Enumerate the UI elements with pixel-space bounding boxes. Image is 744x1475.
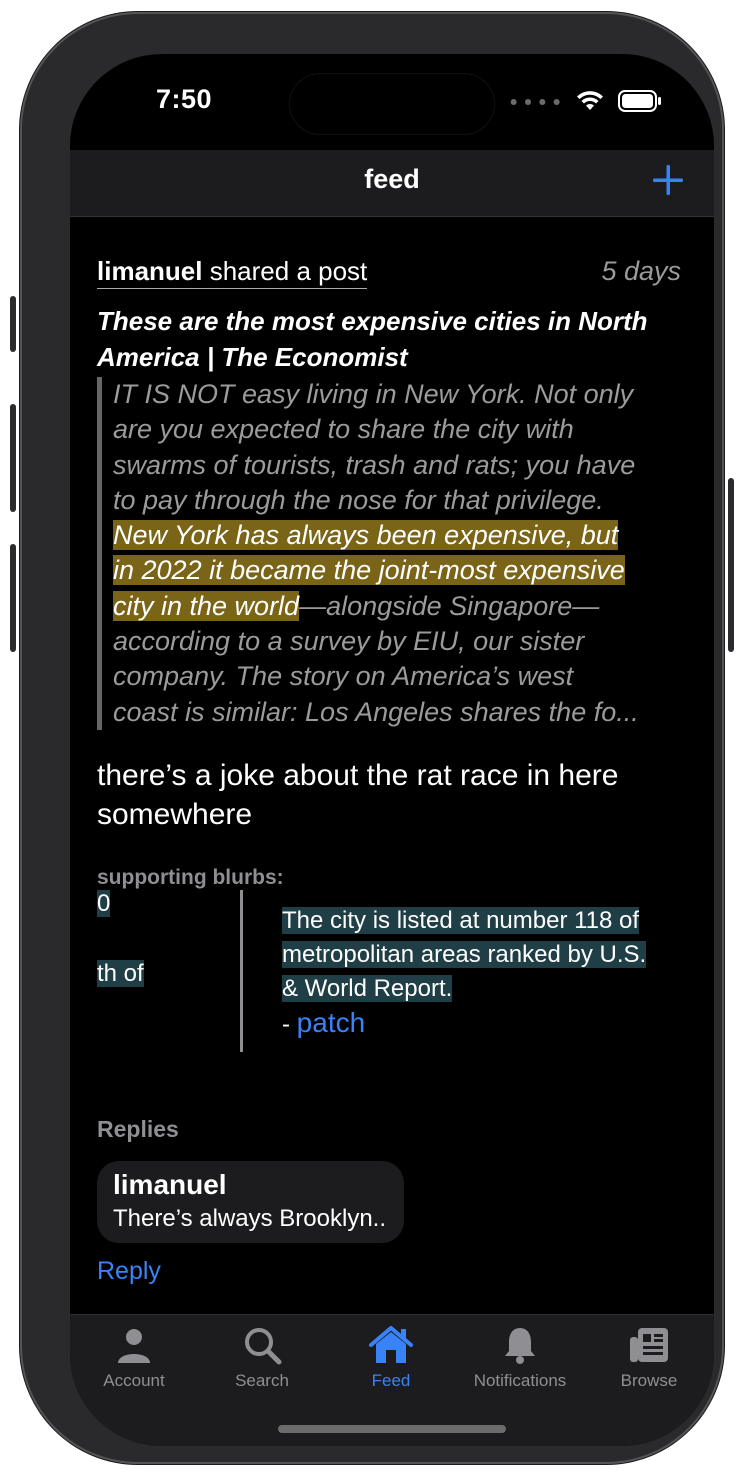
battery-icon (618, 90, 661, 112)
excerpt-line: IT IS NOT easy living in New York. Not o… (113, 379, 634, 409)
wifi-icon (577, 91, 603, 110)
replies-label: Replies (97, 1115, 179, 1142)
tab-label: Browse (620, 1371, 678, 1390)
blurb-index-suffix: th of (97, 959, 144, 987)
blurb-line: & World Report. (282, 974, 453, 1002)
highlighted-text: New York has always been expensive, but (113, 520, 619, 551)
blurb-line: metropolitan areas ranked by U.S. (282, 940, 647, 968)
tab-label: Notifications (473, 1371, 567, 1390)
blurb-index-number: 0 (97, 889, 111, 917)
tab-feed[interactable]: Feed (327, 1325, 455, 1391)
reply-bubble: limanuel There’s always Brooklyn.. (97, 1160, 404, 1243)
excerpt-line: to pay through the nose for that privile… (113, 484, 604, 515)
blurb-divider (240, 889, 243, 1052)
side-button (728, 478, 734, 652)
volume-down-button (10, 544, 16, 652)
article-title[interactable]: These are the most expensive cities in N… (97, 303, 681, 375)
post-author-link[interactable]: limanuel shared a post (97, 256, 368, 289)
cellular-signal-icon: ● ● ● ● (509, 93, 562, 109)
phone-frame: 7:50 ● ● ● ● feed limanuel shared a post… (10, 12, 734, 1464)
post-header: limanuel shared a post 5 days (97, 256, 681, 289)
dynamic-island (290, 74, 494, 134)
blurb-line: The city is listed at number 118 of (282, 906, 640, 934)
screen: 7:50 ● ● ● ● feed limanuel shared a post… (70, 54, 714, 1446)
supporting-blurbs: 0 th of The city is listed at number 118… (97, 889, 681, 1062)
supporting-blurbs-label: supporting blurbs: (97, 865, 284, 889)
highlighted-text: city in the world (113, 590, 300, 621)
search-icon (245, 1328, 282, 1365)
blurb-source-link[interactable]: patch (297, 1007, 366, 1038)
tab-account[interactable]: Account (70, 1325, 198, 1391)
post-comment: there’s a joke about the rat race in her… (97, 758, 619, 831)
plus-icon (653, 165, 683, 195)
status-time: 7:50 (156, 84, 213, 114)
newspaper-icon (630, 1328, 668, 1362)
tab-notifications[interactable]: Notifications (456, 1325, 584, 1391)
author-name: limanuel (97, 256, 203, 286)
reply-text: There’s always Brooklyn.. (113, 1204, 386, 1232)
blurb-dash: - (282, 1010, 297, 1038)
navigation-bar: feed (70, 150, 714, 217)
mute-switch (10, 296, 16, 352)
add-post-button[interactable] (652, 158, 684, 204)
excerpt-line: are you expected to share the city with (113, 414, 574, 445)
nav-title: feed (364, 164, 420, 194)
tab-search[interactable]: Search (198, 1325, 326, 1391)
tab-label: Search (235, 1371, 289, 1390)
reply-button[interactable]: Reply (97, 1257, 681, 1286)
excerpt-line: according to a survey by EIU, our sister (113, 626, 585, 657)
post-age: 5 days (601, 256, 681, 286)
volume-up-button (10, 404, 16, 512)
feed-post: limanuel shared a post 5 days These are … (97, 256, 681, 1286)
blurb-index: 0 th of (97, 889, 144, 988)
tab-browse[interactable]: Browse (585, 1325, 713, 1391)
tab-label: Account (103, 1371, 165, 1390)
article-excerpt: IT IS NOT easy living in New York. Not o… (97, 377, 681, 730)
excerpt-line: swarms of tourists, trash and rats; you … (113, 449, 636, 480)
highlighted-text: in 2022 it became the joint-most expensi… (113, 555, 625, 586)
home-indicator (278, 1425, 506, 1433)
excerpt-line: company. The story on America’s west (113, 661, 574, 692)
bell-icon (505, 1328, 535, 1364)
person-icon (118, 1329, 150, 1363)
reply-author: limanuel (113, 1168, 227, 1200)
house-icon (369, 1326, 413, 1363)
blurb-quote: The city is listed at number 118 of metr… (282, 904, 692, 1042)
post-action: shared a post (209, 256, 368, 286)
status-icons: ● ● ● ● (510, 90, 663, 112)
excerpt-line: —alongside Singapore— (299, 590, 600, 621)
tab-bar: Account Search Feed Notifications Browse (70, 1314, 714, 1446)
excerpt-line: coast is similar: Los Angeles shares the… (113, 696, 639, 727)
tab-label: Feed (371, 1371, 411, 1390)
